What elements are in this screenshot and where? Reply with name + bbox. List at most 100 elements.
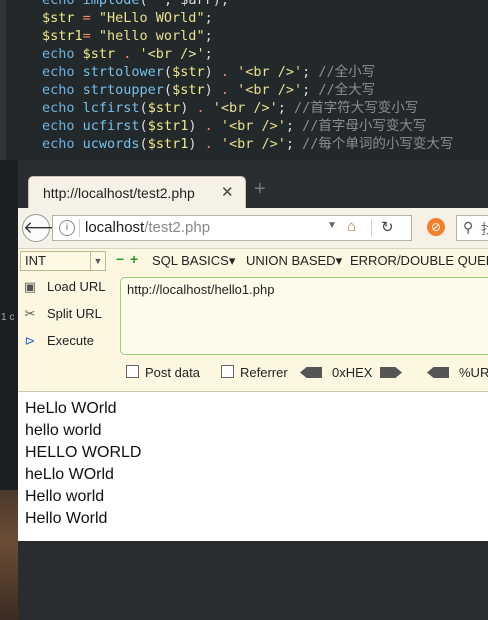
code-token: ucfirst (82, 118, 140, 134)
increase-button[interactable]: + (130, 251, 138, 267)
code-line: echo strtolower($str) . '<br />'; //全小写 (42, 63, 375, 81)
code-token: $str1 (147, 118, 189, 134)
output-line: HeLlo WOrld (25, 400, 117, 417)
new-tab-button[interactable]: + (254, 178, 266, 201)
code-token: ( (139, 136, 148, 152)
url-separator (79, 219, 80, 237)
code-line: $str = "HeLlo WOrld"; (42, 9, 213, 27)
code-line: echo lcfirst($str) . '<br />'; //首字符大写变小… (42, 99, 418, 117)
code-token: ; (285, 118, 303, 134)
code-line: $str1= "hello world"; (42, 27, 213, 45)
home-icon[interactable]: ⌂ (347, 218, 356, 235)
referrer-box[interactable] (221, 365, 234, 378)
url-separator-2 (371, 219, 372, 237)
code-token: '<br />' (237, 64, 303, 80)
code-token: $str (147, 100, 181, 116)
hackbar-url-value: http://localhost/hello1.php (127, 282, 275, 297)
search-box[interactable]: ⚲ 找 (456, 215, 488, 241)
code-token: echo (42, 136, 83, 152)
code-token: //每个单词的小写变大写 (302, 136, 454, 152)
hex-encode-icon[interactable] (380, 367, 402, 378)
tab-test2[interactable]: http://localhost/test2.php ✕ (28, 176, 246, 208)
menu-sql-basics[interactable]: SQL BASICS▾ (152, 253, 235, 269)
execute-icon: ⊳ (24, 333, 36, 348)
output-line: heLlo WOrld (25, 466, 114, 483)
code-token: "HeLlo WOrld" (98, 10, 205, 26)
code-token: ; (302, 82, 319, 98)
type-select-value: INT (25, 253, 46, 268)
code-token: = (74, 10, 99, 26)
code-editor[interactable]: echo implode('', $arr); $str = "HeLlo WOr… (0, 0, 488, 160)
code-token: ) (204, 64, 213, 80)
code-token: ; (277, 100, 295, 116)
background-text: 1 c (1, 312, 15, 323)
code-token: $str (172, 82, 205, 98)
code-token: ', $arr); (155, 0, 229, 8)
code-token: ( (139, 100, 148, 116)
load-url-icon: ▣ (23, 279, 37, 294)
referrer-checkbox[interactable]: Referrer (221, 365, 288, 380)
url-dropdown-icon[interactable]: ▼ (327, 220, 337, 231)
code-line: echo ucfirst($str1) . '<br />'; //首字母小写变… (42, 117, 426, 135)
reload-icon[interactable]: ↻ (381, 218, 394, 236)
code-token: ; (204, 28, 213, 44)
output-line: HELLO WORLD (25, 444, 142, 461)
output-line: hello world (25, 422, 102, 439)
hackbar-url-input[interactable]: http://localhost/hello1.php (120, 277, 488, 355)
close-tab-icon[interactable]: ✕ (221, 183, 234, 201)
code-line: echo $str . '<br />'; (42, 45, 213, 63)
post-data-checkbox[interactable]: Post data (126, 365, 200, 380)
menu-union-based[interactable]: UNION BASED▾ (246, 253, 342, 269)
code-token: . (212, 82, 238, 98)
execute-label: Execute (47, 333, 94, 348)
back-button[interactable]: 🡐 (22, 214, 69, 242)
code-token: ; (285, 136, 303, 152)
code-token: ucwords (82, 136, 140, 152)
hex-decode-icon[interactable] (300, 367, 322, 378)
code-token: ( (139, 118, 148, 134)
split-url-icon: ✂ (24, 306, 36, 321)
hackbar-panel: INT ▼ − + SQL BASICS▾ UNION BASED▾ ERROR… (18, 249, 488, 392)
menu-error-double-query[interactable]: ERROR/DOUBLE QUERY▾ (350, 253, 488, 269)
noscript-icon[interactable]: ⊘ (427, 218, 445, 236)
code-token: //全小写 (318, 64, 376, 80)
url-text: localhost/test2.php (85, 219, 210, 236)
code-token: echo (42, 100, 83, 116)
decrease-button[interactable]: − (116, 251, 124, 267)
code-token: $str (42, 10, 75, 26)
code-token: strtoupper (82, 82, 164, 98)
site-info-icon[interactable]: i (59, 220, 75, 236)
code-token: . (196, 118, 221, 134)
code-token: ( (163, 82, 173, 98)
code-token: "hello world" (98, 28, 205, 44)
background-image (0, 490, 18, 620)
code-token: ) (204, 82, 213, 98)
search-icon: ⚲ (463, 219, 474, 235)
code-line: echo ucwords($str1) . '<br />'; //每个单词的小… (42, 135, 453, 153)
code-token: = (82, 28, 99, 44)
hackbar-toolbar: INT ▼ − + SQL BASICS▾ UNION BASED▾ ERROR… (18, 249, 488, 273)
type-select[interactable]: INT ▼ (20, 251, 106, 271)
code-token: '<br />' (237, 82, 303, 98)
code-token: (' (139, 0, 156, 8)
code-line: echo implode('', $arr); (42, 0, 229, 9)
url-bar[interactable]: i localhost/test2.php ▼ ⌂ ↻ (52, 215, 412, 241)
code-token: . (115, 46, 140, 62)
code-token: $str (82, 46, 116, 62)
code-token: $str (172, 64, 205, 80)
referrer-label: Referrer (240, 365, 288, 380)
code-token: . (212, 64, 238, 80)
post-data-box[interactable] (126, 365, 139, 378)
code-token: //全大写 (318, 82, 376, 98)
code-token: //首字母小写变大写 (302, 118, 427, 134)
split-url-label: Split URL (47, 306, 102, 321)
code-token: . (196, 136, 221, 152)
code-line: echo strtoupper($str) . '<br />'; //全大写 (42, 81, 375, 99)
background-window: 1 c (0, 160, 18, 620)
code-token: strtolower (82, 64, 164, 80)
code-token: '<br />' (220, 118, 286, 134)
url-decode-icon[interactable] (427, 367, 449, 378)
tab-title: http://localhost/test2.php (43, 185, 195, 201)
tab-bar: http://localhost/test2.php ✕ + (18, 170, 488, 208)
code-token: $str1 (147, 136, 189, 152)
